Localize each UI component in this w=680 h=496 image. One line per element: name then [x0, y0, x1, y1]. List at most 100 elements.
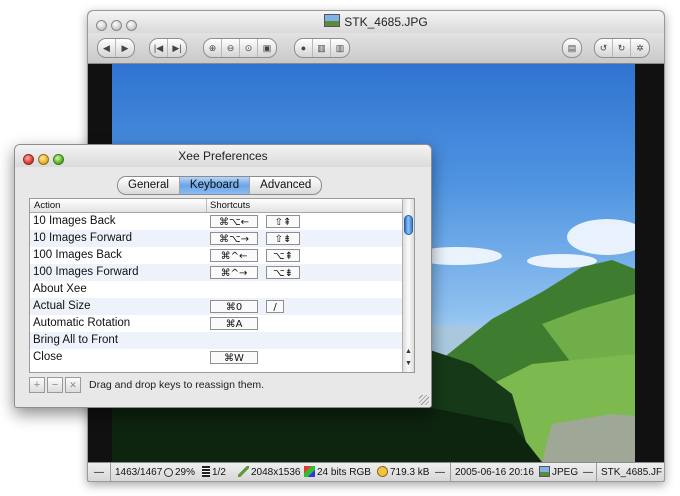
jpeg-icon — [539, 466, 550, 477]
tab-keyboard[interactable]: Keyboard — [179, 177, 251, 194]
shortcut-key[interactable]: ⌘A — [210, 317, 258, 330]
shortcut-key[interactable]: ⌘^← — [210, 249, 258, 262]
zoom-in-icon[interactable]: ⊕ — [204, 39, 222, 57]
scroll-up-arrow[interactable]: ▲ — [403, 346, 414, 357]
viewer-status-bar: — 1463/1467 29% 1/2 2048x1536 24 bits RG… — [88, 462, 664, 481]
actual-size-icon[interactable]: ⊙ — [240, 39, 258, 57]
disk-icon — [377, 466, 388, 477]
next-image-button[interactable]: ▶ — [116, 39, 134, 57]
action-label: Automatic Rotation — [33, 317, 131, 329]
table-row[interactable]: 100 Images Back ⌘^← ⌥⇞ — [30, 247, 402, 264]
action-label: 100 Images Back — [33, 249, 122, 261]
viewer-title: STK_4685.JPG — [344, 15, 428, 29]
shortcut-key[interactable]: ⌥⇟ — [266, 266, 300, 279]
action-label: Close — [33, 351, 63, 363]
scrollbar-thumb[interactable] — [404, 215, 413, 235]
slideshow-icon[interactable]: ● — [295, 39, 313, 57]
preferences-tabs: General Keyboard Advanced — [117, 176, 323, 195]
status-date: 2005-06-16 20:16 — [450, 463, 534, 481]
action-label: Bring All to Front — [33, 334, 119, 346]
table-row[interactable]: 100 Images Forward ⌘^→ ⌥⇟ — [30, 264, 402, 281]
previous-image-button[interactable]: ◀ — [98, 39, 116, 57]
scroll-down-arrow[interactable]: ▼ — [403, 358, 414, 369]
skip-group: |◀ ▶| — [149, 38, 187, 58]
shortcut-key[interactable]: ⇧⇞ — [266, 215, 300, 228]
status-minus: — — [94, 467, 104, 478]
fit-to-window-icon[interactable]: ▣ — [258, 39, 276, 57]
table-row[interactable]: Automatic Rotation ⌘A — [30, 315, 402, 332]
table-row[interactable]: 10 Images Forward ⌘⌥→ ⇧⇟ — [30, 230, 402, 247]
table-row[interactable]: Close ⌘W — [30, 349, 402, 366]
shortcut-key[interactable]: ⌥⇞ — [266, 249, 300, 262]
frames-icon-2[interactable]: ▥ — [331, 39, 349, 57]
table-row[interactable]: Bring All to Front — [30, 332, 402, 349]
status-size: 719.3 kB — [377, 463, 429, 481]
status-filename: STK_4685.JF — [596, 463, 662, 481]
status-color: 24 bits RGB — [304, 463, 371, 481]
table-row[interactable]: Actual Size ⌘0 / — [30, 298, 402, 315]
add-button[interactable]: + — [29, 377, 45, 393]
table-rows: 10 Images Back ⌘⌥← ⇧⇞ 10 Images Forward … — [30, 213, 402, 366]
table-row[interactable]: 10 Images Back ⌘⌥← ⇧⇞ — [30, 213, 402, 230]
column-divider — [206, 199, 207, 212]
tab-general[interactable]: General — [118, 177, 180, 194]
table-header: Action Shortcuts — [30, 199, 402, 213]
resize-grip[interactable] — [419, 395, 429, 405]
preferences-footer: + − ✕ Drag and drop keys to reassign the… — [29, 377, 419, 395]
status-minus-3: — — [583, 467, 593, 478]
action-label: 100 Images Forward — [33, 266, 139, 278]
status-zoom: 29% — [164, 463, 195, 481]
shortcut-key[interactable]: ⌘0 — [210, 300, 258, 313]
first-image-button[interactable]: |◀ — [150, 39, 168, 57]
preferences-title-bar[interactable]: Xee Preferences — [15, 145, 431, 167]
shortcut-key[interactable]: ⌘W — [210, 351, 258, 364]
magnifier-icon — [164, 468, 173, 477]
column-header-shortcuts[interactable]: Shortcuts — [210, 199, 250, 212]
action-label: Actual Size — [33, 300, 91, 312]
status-index: 1463/1467 — [110, 463, 162, 481]
table-row[interactable]: About Xee — [30, 281, 402, 298]
status-dimensions: 2048x1536 — [238, 463, 301, 481]
status-format: JPEG — [539, 463, 578, 481]
status-minus-2: — — [435, 467, 445, 478]
zoom-button[interactable] — [53, 154, 64, 165]
last-image-button[interactable]: ▶| — [168, 39, 186, 57]
action-label: About Xee — [33, 283, 87, 295]
preferences-title: Xee Preferences — [178, 149, 268, 163]
frames-icon[interactable]: ▥ — [313, 39, 331, 57]
preferences-window: Xee Preferences General Keyboard Advance… — [14, 144, 432, 408]
shortcut-key[interactable]: ⌘⌥← — [210, 215, 258, 228]
drag-hint-text: Drag and drop keys to reassign them. — [89, 379, 265, 391]
navigation-group: ◀ ▶ — [97, 38, 135, 58]
minimize-button[interactable] — [38, 154, 49, 165]
status-page: 1/2 — [202, 463, 226, 481]
camera-icon[interactable]: ▤ — [563, 39, 581, 57]
rotate-left-icon[interactable]: ↺ — [595, 39, 613, 57]
remove-button[interactable]: − — [47, 377, 63, 393]
image-file-icon — [324, 14, 341, 27]
table-scrollbar[interactable]: ▲ ▼ — [402, 199, 414, 372]
clear-button[interactable]: ✕ — [65, 377, 81, 393]
rotate-group: ↺ ↻ ✲ — [594, 38, 650, 58]
tab-advanced[interactable]: Advanced — [250, 177, 321, 194]
action-label: 10 Images Back — [33, 215, 116, 227]
column-header-action[interactable]: Action — [34, 199, 60, 212]
minimize-button[interactable] — [111, 20, 122, 31]
shortcut-key[interactable]: / — [266, 300, 284, 313]
close-button[interactable] — [23, 154, 34, 165]
rotate-right-icon[interactable]: ↻ — [613, 39, 631, 57]
ruler-icon — [238, 466, 249, 477]
zoom-group: ⊕ ⊖ ⊙ ▣ — [203, 38, 277, 58]
zoom-button[interactable] — [126, 20, 137, 31]
film-icon — [202, 466, 210, 477]
shortcut-key[interactable]: ⇧⇟ — [266, 232, 300, 245]
slideshow-group: ● ▥ ▥ — [294, 38, 350, 58]
shortcuts-table: Action Shortcuts 10 Images Back ⌘⌥← ⇧⇞ 1… — [29, 198, 415, 373]
viewer-title-bar[interactable]: STK_4685.JPG — [88, 11, 664, 33]
shortcut-key[interactable]: ⌘^→ — [210, 266, 258, 279]
settings-icon[interactable]: ✲ — [631, 39, 649, 57]
shortcut-key[interactable]: ⌘⌥→ — [210, 232, 258, 245]
zoom-out-icon[interactable]: ⊖ — [222, 39, 240, 57]
close-button[interactable] — [96, 20, 107, 31]
preferences-window-controls — [23, 150, 68, 172]
